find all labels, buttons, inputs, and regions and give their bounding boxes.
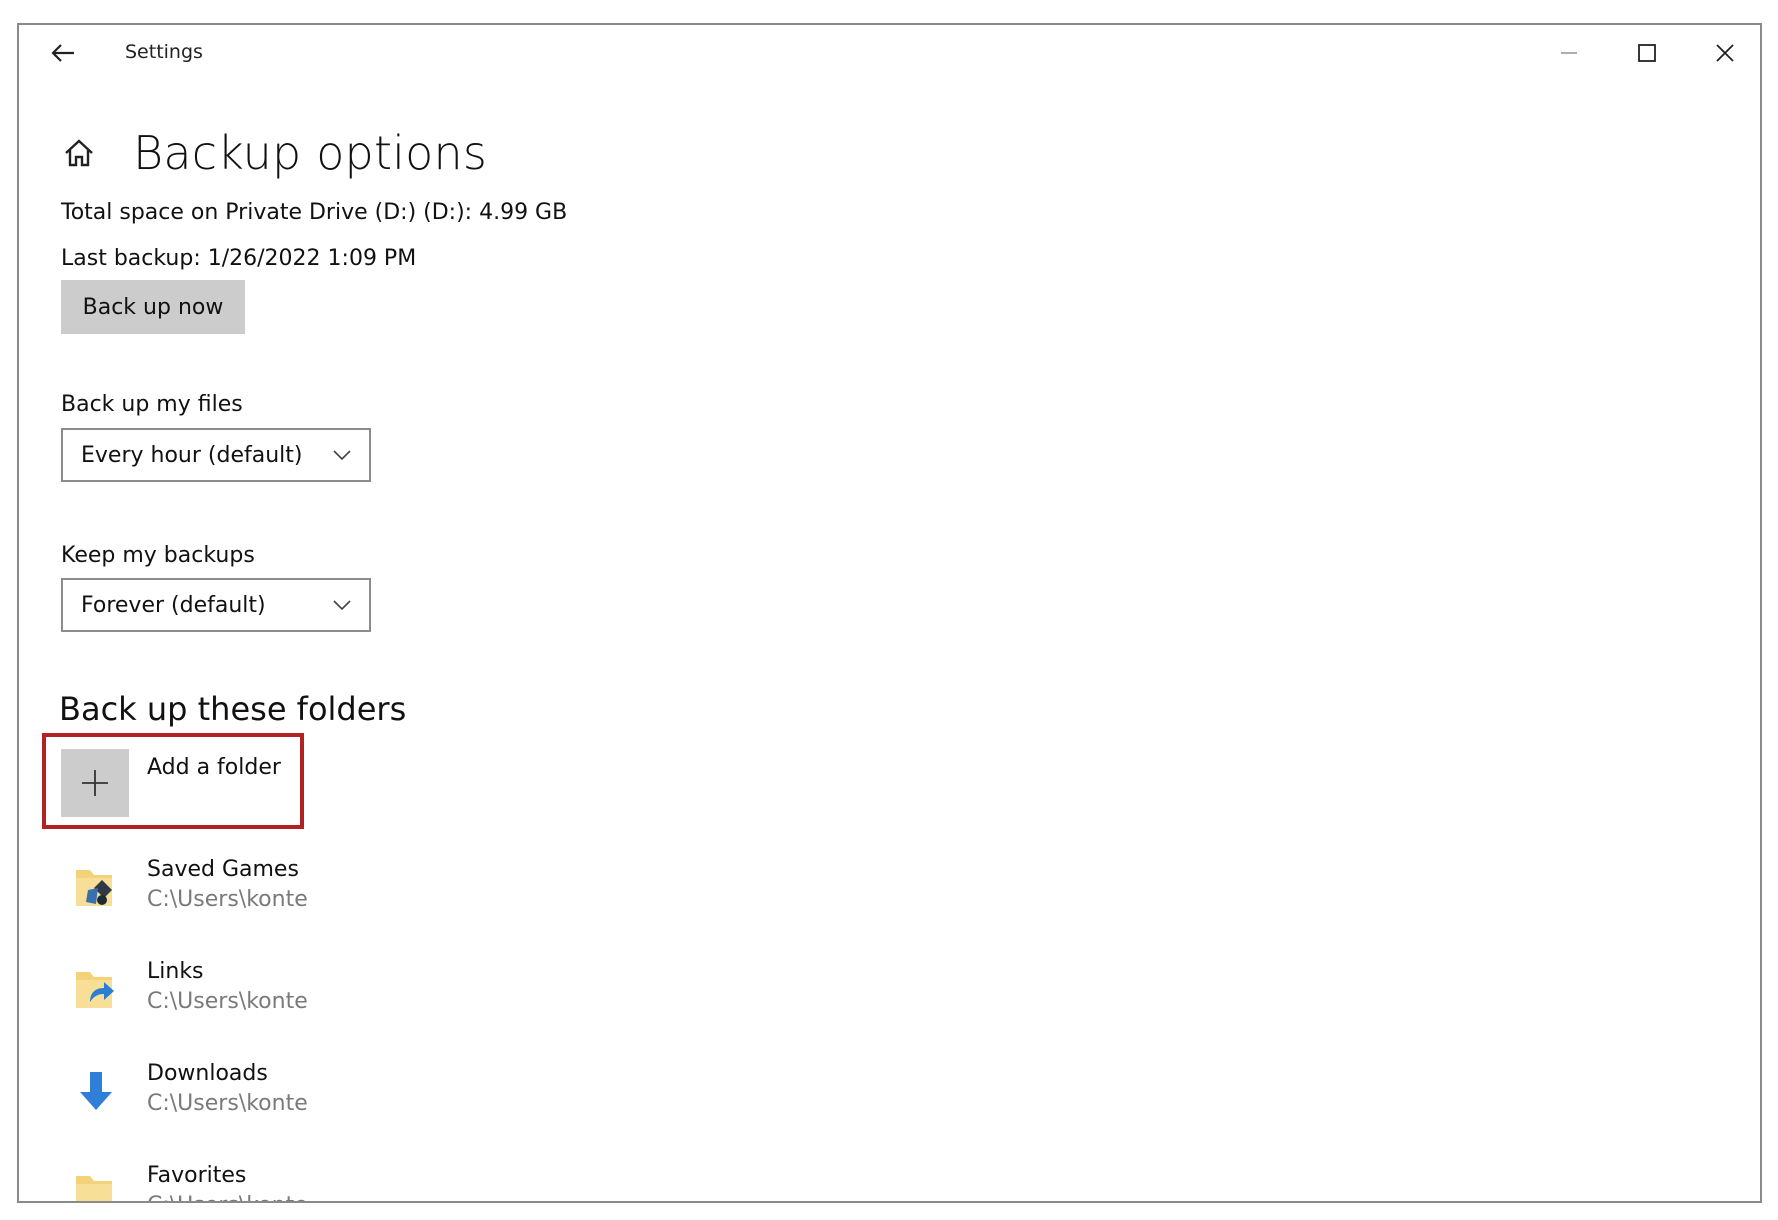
- folder-name: Downloads: [147, 1061, 268, 1086]
- back-button[interactable]: [43, 35, 83, 71]
- folder-item-favorites[interactable]: Favorites C:\Users\konte: [61, 1157, 461, 1201]
- plus-icon: [82, 770, 108, 796]
- window-title: Settings: [125, 41, 203, 63]
- maximize-icon: [1638, 44, 1656, 62]
- folder-path: C:\Users\konte: [147, 1191, 308, 1201]
- home-icon[interactable]: [59, 133, 99, 173]
- minimize-button[interactable]: [1545, 37, 1593, 69]
- minimize-icon: [1561, 52, 1577, 54]
- last-backup-text: Last backup: 1/26/2022 1:09 PM: [61, 246, 417, 271]
- folder-name: Favorites: [147, 1163, 247, 1188]
- retention-value: Forever (default): [81, 592, 266, 618]
- backup-frequency-dropdown[interactable]: Every hour (default): [61, 428, 371, 482]
- folder-item-saved-games[interactable]: Saved Games C:\Users\konte: [61, 851, 461, 931]
- maximize-button[interactable]: [1623, 37, 1671, 69]
- page-header: Backup options: [59, 123, 487, 183]
- settings-window: Settings Backup options Total space on P…: [17, 23, 1762, 1203]
- chevron-down-icon: [329, 442, 355, 468]
- backup-frequency-value: Every hour (default): [81, 442, 303, 468]
- folder-path: C:\Users\konte: [147, 887, 308, 912]
- folder-item-downloads[interactable]: Downloads C:\Users\konte: [61, 1055, 461, 1135]
- folder-path: C:\Users\konte: [147, 1091, 308, 1116]
- folder-item-links[interactable]: Links C:\Users\konte: [61, 953, 461, 1033]
- folder-path: C:\Users\konte: [147, 989, 308, 1014]
- favorites-folder-icon: [61, 1159, 131, 1201]
- downloads-folder-icon: [61, 1057, 131, 1127]
- add-folder-tile: [61, 749, 129, 817]
- folder-name: Links: [147, 959, 204, 984]
- retention-dropdown[interactable]: Forever (default): [61, 578, 371, 632]
- back-arrow-icon: [51, 44, 74, 62]
- close-button[interactable]: [1701, 37, 1749, 69]
- add-folder-label: Add a folder: [147, 755, 281, 780]
- folder-name: Saved Games: [147, 857, 299, 882]
- page-title: Backup options: [133, 126, 488, 180]
- links-folder-icon: [61, 955, 131, 1025]
- title-bar: Settings: [19, 25, 1760, 81]
- saved-games-folder-icon: [61, 853, 131, 923]
- chevron-down-icon: [329, 592, 355, 618]
- backup-frequency-label: Back up my files: [61, 392, 243, 417]
- retention-label: Keep my backups: [61, 543, 255, 568]
- add-folder-button[interactable]: Add a folder: [61, 749, 301, 819]
- total-space-text: Total space on Private Drive (D:) (D:): …: [61, 200, 568, 225]
- close-icon: [1716, 44, 1734, 62]
- folders-section-title: Back up these folders: [59, 690, 407, 728]
- back-up-now-button[interactable]: Back up now: [61, 280, 245, 334]
